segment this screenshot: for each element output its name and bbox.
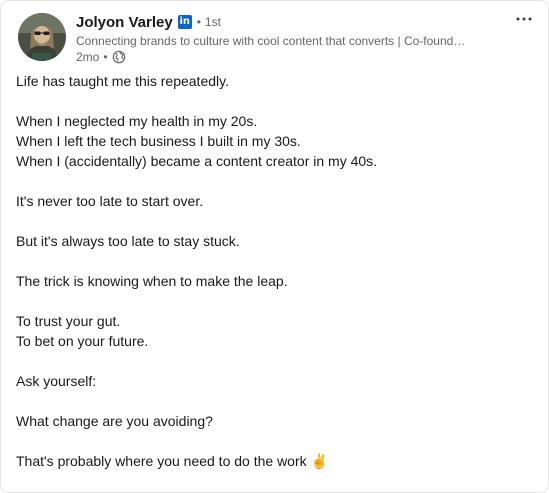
- post-time[interactable]: 2mo: [76, 50, 99, 64]
- post-line: But it's always too late to stay stuck.: [16, 233, 240, 249]
- victory-hand-emoji: ✌️: [310, 453, 328, 469]
- more-horizontal-icon: [516, 17, 532, 21]
- post-line: The trick is knowing when to make the le…: [16, 273, 288, 289]
- connection-degree: 1st: [204, 15, 221, 29]
- post-closing-line: That's probably where you need to do the…: [16, 451, 526, 471]
- feed-post: Jolyon Varley in • 1st Connecting brands…: [0, 0, 549, 493]
- separator-dot: •: [196, 15, 201, 29]
- post-line: Ask yourself:: [16, 373, 97, 389]
- post-line: It's never too late to start over.: [16, 193, 204, 209]
- post-line: To trust your gut.: [16, 313, 121, 329]
- post-line: What change are you avoiding?: [16, 413, 213, 429]
- post-line: Life has taught me this repeatedly.: [16, 73, 229, 89]
- linkedin-premium-icon: in: [177, 15, 192, 29]
- author-name-row: Jolyon Varley in • 1st: [76, 11, 506, 33]
- post-header: Jolyon Varley in • 1st Connecting brands…: [76, 11, 506, 65]
- post-line: When I (accidentally) became a content c…: [16, 153, 378, 169]
- post-options-button[interactable]: [514, 9, 534, 29]
- separator-dot: •: [103, 50, 108, 64]
- post-line: To bet on your future.: [16, 333, 149, 349]
- author-headline: Connecting brands to culture with cool c…: [76, 34, 466, 48]
- post-line: That's probably where you need to do the…: [16, 453, 307, 469]
- post-line: When I neglected my health in my 20s.: [16, 113, 258, 129]
- author-name[interactable]: Jolyon Varley: [76, 14, 173, 31]
- globe-icon: [112, 50, 126, 64]
- author-avatar[interactable]: [18, 13, 66, 61]
- post-body: Life has taught me this repeatedly. When…: [16, 71, 526, 471]
- post-line: When I left the tech business I built in…: [16, 133, 301, 149]
- post-meta: 2mo •: [76, 49, 506, 65]
- avatar-photo: [18, 13, 66, 61]
